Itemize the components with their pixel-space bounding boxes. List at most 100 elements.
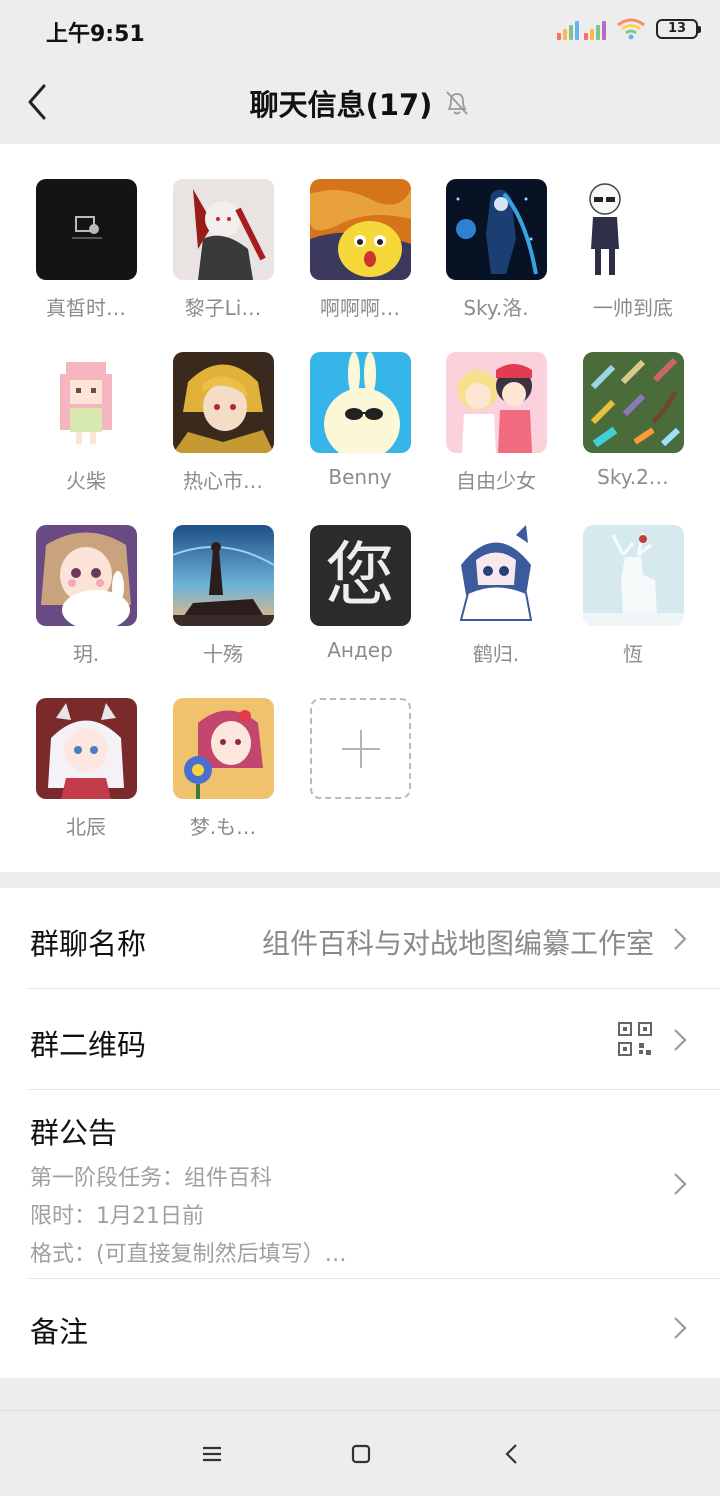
system-nav-bar xyxy=(0,1410,720,1496)
member-avatar xyxy=(582,352,684,453)
anime-gold-hair-avatar-icon xyxy=(172,352,274,453)
group-name-row[interactable]: 群聊名称 组件百科与对战地图编纂工作室 xyxy=(0,888,720,988)
group-qr-row[interactable]: 群二维码 xyxy=(0,989,720,1089)
member-item[interactable]: 热心市… xyxy=(168,352,278,502)
member-avatar xyxy=(445,525,547,626)
member-avatar: 您 xyxy=(309,525,411,626)
chevron-right-icon xyxy=(674,928,687,950)
member-avatar xyxy=(445,179,547,280)
home-icon[interactable] xyxy=(346,1439,376,1469)
group-settings: 群聊名称 组件百科与对战地图编纂工作室 群二维码 群公告 第一阶段任务：组件百科… xyxy=(0,888,720,1378)
member-avatar xyxy=(35,698,137,799)
member-avatar xyxy=(172,525,274,626)
member-item[interactable]: 您 Андер xyxy=(305,525,415,675)
member-item[interactable]: 真皙时… xyxy=(31,179,141,329)
member-avatar xyxy=(582,525,684,626)
member-avatar xyxy=(309,352,411,453)
notice-line: 格式：(可直接复制然后填写）… xyxy=(30,1242,347,1267)
dark-image-avatar-icon xyxy=(71,216,102,239)
page-title: 聊天信息(17) xyxy=(249,88,433,122)
pink-hair-flower-avatar-icon xyxy=(172,698,274,799)
scream-cat-avatar-icon xyxy=(309,179,411,280)
member-avatar xyxy=(309,179,411,280)
group-notice-label: 群公告 xyxy=(30,1116,118,1150)
wifi-icon xyxy=(617,18,645,40)
signal-icon xyxy=(557,18,606,40)
remark-label: 备注 xyxy=(30,1315,89,1349)
member-item[interactable]: 啊啊啊… xyxy=(305,179,415,329)
member-avatar xyxy=(172,352,274,453)
member-item[interactable]: 恆 xyxy=(578,525,688,675)
back-icon[interactable] xyxy=(497,1439,527,1469)
member-item[interactable]: 十殇 xyxy=(168,525,278,675)
pixel-girl-avatar-icon xyxy=(59,362,112,444)
member-name: Андер xyxy=(327,638,393,662)
add-member-item[interactable] xyxy=(305,698,415,848)
page-title-wrap: 聊天信息(17) xyxy=(0,82,720,124)
shark-hood-girl-avatar-icon xyxy=(459,525,532,621)
battery-icon: 13 xyxy=(656,19,701,39)
member-name: 十殇 xyxy=(203,642,243,666)
member-avatar xyxy=(445,352,547,453)
member-item[interactable]: 自由少女 xyxy=(441,352,551,502)
bunny-sunglasses-avatar-icon xyxy=(309,352,411,453)
notice-line: 第一阶段任务：组件百科 xyxy=(30,1166,273,1191)
member-item[interactable]: 鹤归. xyxy=(441,525,551,675)
member-name: Sky.洛. xyxy=(463,296,529,320)
member-item[interactable]: 一帅到底 xyxy=(578,179,688,329)
member-avatar xyxy=(35,352,137,453)
add-member-plus-icon[interactable] xyxy=(309,698,411,799)
mute-bell-icon xyxy=(446,91,469,115)
member-name: 啊啊啊… xyxy=(320,296,400,320)
member-avatar xyxy=(172,698,274,799)
qr-code-icon xyxy=(618,1022,652,1056)
notice-line: 限时：1月21日前 xyxy=(30,1204,204,1229)
member-name: 玥. xyxy=(72,642,100,666)
group-notice-row[interactable]: 群公告 第一阶段任务：组件百科 限时：1月21日前 格式：(可直接复制然后填写）… xyxy=(0,1090,720,1278)
girl-with-bunny-avatar-icon xyxy=(35,525,137,626)
night-sky-avatar-icon xyxy=(172,525,274,626)
member-item[interactable]: Sky.洛. xyxy=(441,179,551,329)
status-icons: 13 xyxy=(557,18,701,40)
group-qr-label: 群二维码 xyxy=(30,1028,147,1062)
member-name: 鹤归. xyxy=(472,642,520,666)
chevron-right-icon xyxy=(674,1029,687,1051)
pixel-swords-avatar-icon xyxy=(582,352,684,453)
group-name-label: 群聊名称 xyxy=(30,927,147,961)
member-avatar xyxy=(172,179,274,280)
dragon-maid-avatar-icon xyxy=(35,698,137,799)
member-name: 黎子Li… xyxy=(184,296,262,320)
member-name: 火柴 xyxy=(66,469,106,493)
two-girls-avatar-icon xyxy=(445,352,547,453)
group-name-value: 组件百科与对战地图编纂工作室 xyxy=(261,927,654,960)
blue-anime-avatar-icon xyxy=(445,179,547,280)
member-name: Benny xyxy=(328,465,392,489)
chibi-sunglasses-avatar-icon xyxy=(588,183,621,275)
member-avatar xyxy=(582,179,684,280)
anime-wolf-avatar-icon xyxy=(172,179,274,280)
member-name: 一帅到底 xyxy=(593,296,673,320)
member-item[interactable]: 黎子Li… xyxy=(168,179,278,329)
chevron-right-icon xyxy=(674,1317,687,1339)
member-item[interactable]: Sky.2… xyxy=(578,352,688,502)
remark-row[interactable]: 备注 xyxy=(0,1279,720,1378)
member-item[interactable]: 玥. xyxy=(31,525,141,675)
status-time: 上午9:51 xyxy=(46,22,145,47)
member-name: Sky.2… xyxy=(597,465,669,489)
member-grid: 真皙时… 黎子Li… 啊啊啊… Sky.洛. 一帅到底 火柴 热心市… Benn… xyxy=(0,144,720,872)
menu-icon[interactable] xyxy=(197,1439,227,1469)
member-avatar xyxy=(35,179,137,280)
member-name: 恆 xyxy=(623,642,643,666)
member-name: 真皙时… xyxy=(46,296,126,320)
chevron-right-icon xyxy=(674,1173,687,1195)
member-name: 北辰 xyxy=(66,815,106,839)
calligraphy-character: 您 xyxy=(325,534,395,616)
member-item[interactable]: 北辰 xyxy=(31,698,141,848)
member-item[interactable]: 梦.も… xyxy=(168,698,278,848)
member-avatar xyxy=(35,525,137,626)
member-name: 自由少女 xyxy=(456,469,536,493)
member-name: 梦.も… xyxy=(189,815,257,839)
member-item[interactable]: 火柴 xyxy=(31,352,141,502)
white-deer-avatar-icon xyxy=(582,525,684,626)
member-item[interactable]: Benny xyxy=(305,352,415,502)
